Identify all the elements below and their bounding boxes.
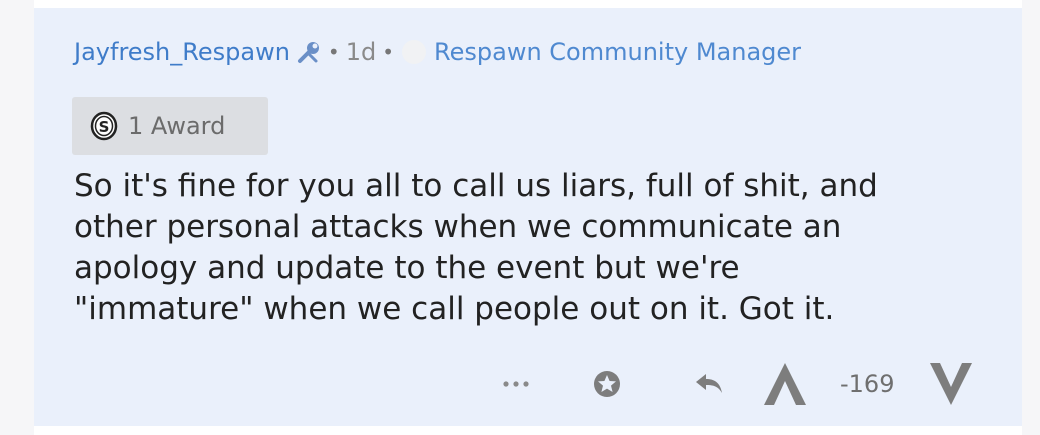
award-badge[interactable]: S 1 Award [72, 97, 268, 155]
reply-arrow-icon[interactable] [694, 356, 724, 412]
flair-icon [402, 40, 427, 64]
score-count: -169 [840, 370, 895, 398]
svg-text:S: S [99, 118, 110, 136]
meta-separator: • [382, 40, 395, 64]
comment-line: "immature" when we call people out on it… [74, 291, 835, 327]
meta-separator: • [327, 40, 340, 64]
more-options-icon[interactable] [502, 356, 530, 412]
comment-age[interactable]: 1d [346, 38, 377, 66]
comment-header: Jayfresh_Respawn • 1d • Respawn Communit… [74, 34, 801, 70]
wrench-icon [296, 39, 322, 65]
username-link[interactable]: Jayfresh_Respawn [74, 38, 290, 66]
comment-actions: -169 [490, 356, 990, 412]
left-margin [0, 0, 34, 435]
upvote-arrow-icon[interactable] [762, 356, 808, 412]
silver-award-icon: S [90, 111, 118, 141]
comment-line: other personal attacks when we communica… [74, 209, 842, 245]
star-outline-icon[interactable] [592, 356, 622, 412]
downvote-arrow-icon[interactable] [928, 356, 974, 412]
comment-line: So it's fine for you all to call us liar… [74, 168, 878, 204]
user-flair: Respawn Community Manager [434, 38, 802, 66]
right-margin [1022, 0, 1040, 435]
award-count: 1 Award [128, 112, 226, 140]
comment-body: So it's fine for you all to call us liar… [74, 166, 974, 330]
comment-line: apology and update to the event but we'r… [74, 250, 740, 286]
screenshot-frame: Jayfresh_Respawn • 1d • Respawn Communit… [0, 0, 1040, 435]
